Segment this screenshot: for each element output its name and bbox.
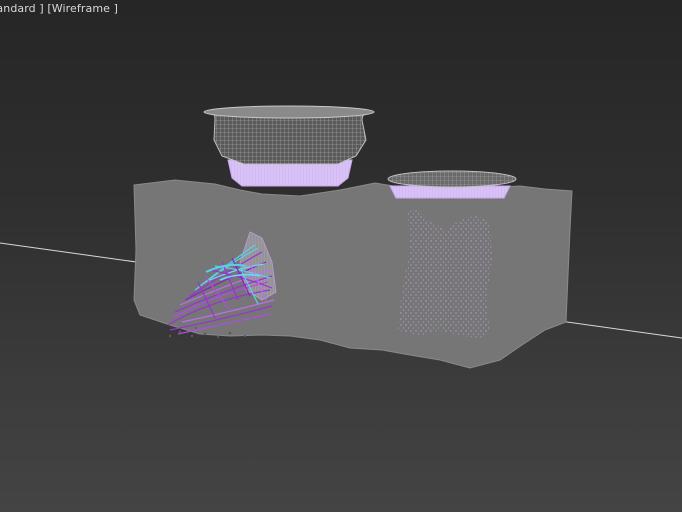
viewport-shading-label[interactable]: tandard ] xyxy=(0,2,44,15)
vase-large[interactable] xyxy=(203,105,375,187)
viewport-label[interactable]: tandard ] [Wireframe ] xyxy=(0,2,118,15)
viewport-display-mode-label[interactable]: [Wireframe ] xyxy=(47,2,118,15)
terrain-mesh[interactable] xyxy=(133,179,573,369)
vase-small[interactable] xyxy=(387,170,517,199)
3d-viewport[interactable]: tandard ] [Wireframe ] xyxy=(0,0,682,512)
scene-canvas[interactable] xyxy=(0,0,682,512)
